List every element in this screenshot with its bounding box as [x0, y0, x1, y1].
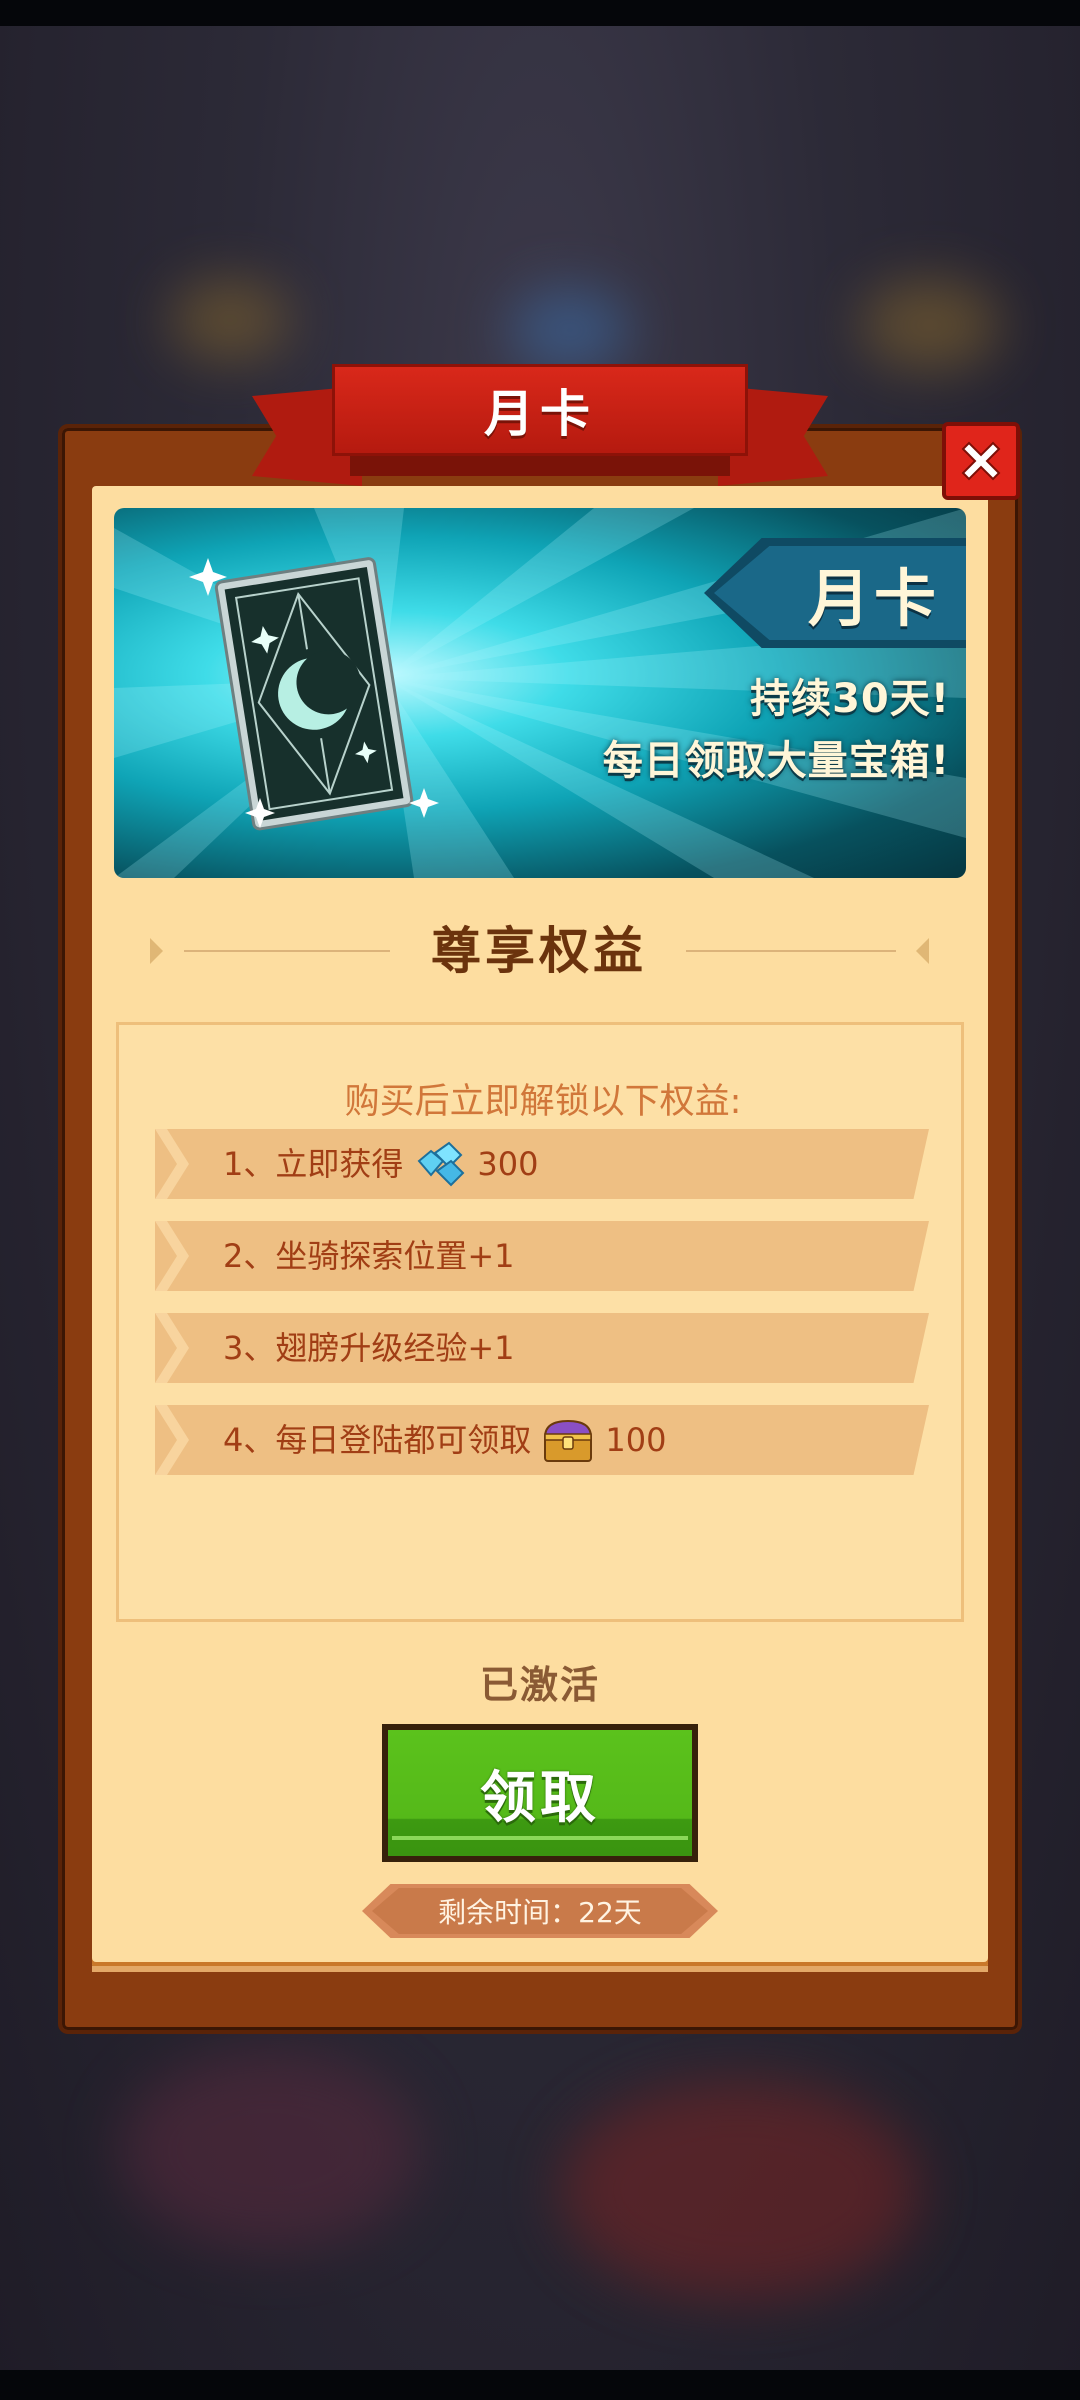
chevron-right-icon	[155, 1405, 189, 1475]
benefits-header: 购买后立即解锁以下权益:	[344, 1082, 742, 1122]
benefit-item: 2、坐骑探索位置+1	[155, 1221, 929, 1291]
background-glow	[510, 290, 630, 370]
claim-button-label: 领取	[480, 1765, 600, 1831]
background-glow	[170, 280, 290, 360]
benefit-text: 4、每日登陆都可领取	[223, 1421, 532, 1459]
title-ribbon: 月卡	[332, 364, 748, 456]
benefit-text: 2、坐骑探索位置+1	[223, 1237, 515, 1275]
status-bar	[0, 0, 1080, 26]
background-glow	[120, 2050, 420, 2250]
dialog-title: 月卡	[484, 385, 596, 443]
background-glow	[560, 2080, 920, 2300]
remaining-time-text: 剩余时间：22天	[438, 1896, 642, 1929]
benefit-value: 100	[605, 1421, 667, 1459]
divider-right	[686, 950, 896, 952]
banner-tag-label: 月卡	[807, 562, 940, 635]
ornament-right	[916, 938, 929, 964]
benefit-value: 300	[477, 1145, 539, 1183]
activation-status: 已激活	[479, 1663, 600, 1707]
section-header: 尊享权益	[146, 916, 932, 986]
banner-duration-text: 持续30天!	[750, 676, 950, 722]
chevron-right-icon	[155, 1313, 189, 1383]
diamond-gem-icon	[417, 1141, 465, 1187]
banner-reward-text: 每日领取大量宝箱!	[602, 738, 950, 784]
claim-button-face[interactable]: 领取	[388, 1730, 692, 1856]
benefit-item: 1、立即获得 300	[155, 1129, 929, 1199]
dialog-divider	[92, 1966, 988, 1972]
benefit-text: 3、翅膀升级经验+1	[223, 1329, 515, 1367]
benefits-panel: 购买后立即解锁以下权益: 1、立即获得 300 2、坐骑探索位置+1 3、翅膀升…	[116, 1022, 964, 1622]
benefit-text: 1、立即获得	[223, 1145, 404, 1183]
treasure-chest-icon	[544, 1419, 593, 1462]
moon-tarot-card-icon	[189, 557, 439, 831]
claim-button[interactable]: 领取	[382, 1724, 698, 1862]
monthly-card-banner: 月卡 持续30天! 每日领取大量宝箱!	[114, 508, 966, 878]
navigation-bar	[0, 2370, 1080, 2400]
chevron-right-icon	[155, 1129, 189, 1199]
ribbon-shadow	[350, 456, 730, 476]
benefit-item: 4、每日登陆都可领取 100	[155, 1405, 929, 1475]
background-glow	[860, 280, 1000, 370]
benefit-item: 3、翅膀升级经验+1	[155, 1313, 929, 1383]
close-button[interactable]	[942, 422, 1020, 500]
close-icon	[961, 441, 1001, 481]
chevron-right-icon	[155, 1221, 189, 1291]
remaining-time-badge: 剩余时间：22天	[372, 1888, 708, 1934]
